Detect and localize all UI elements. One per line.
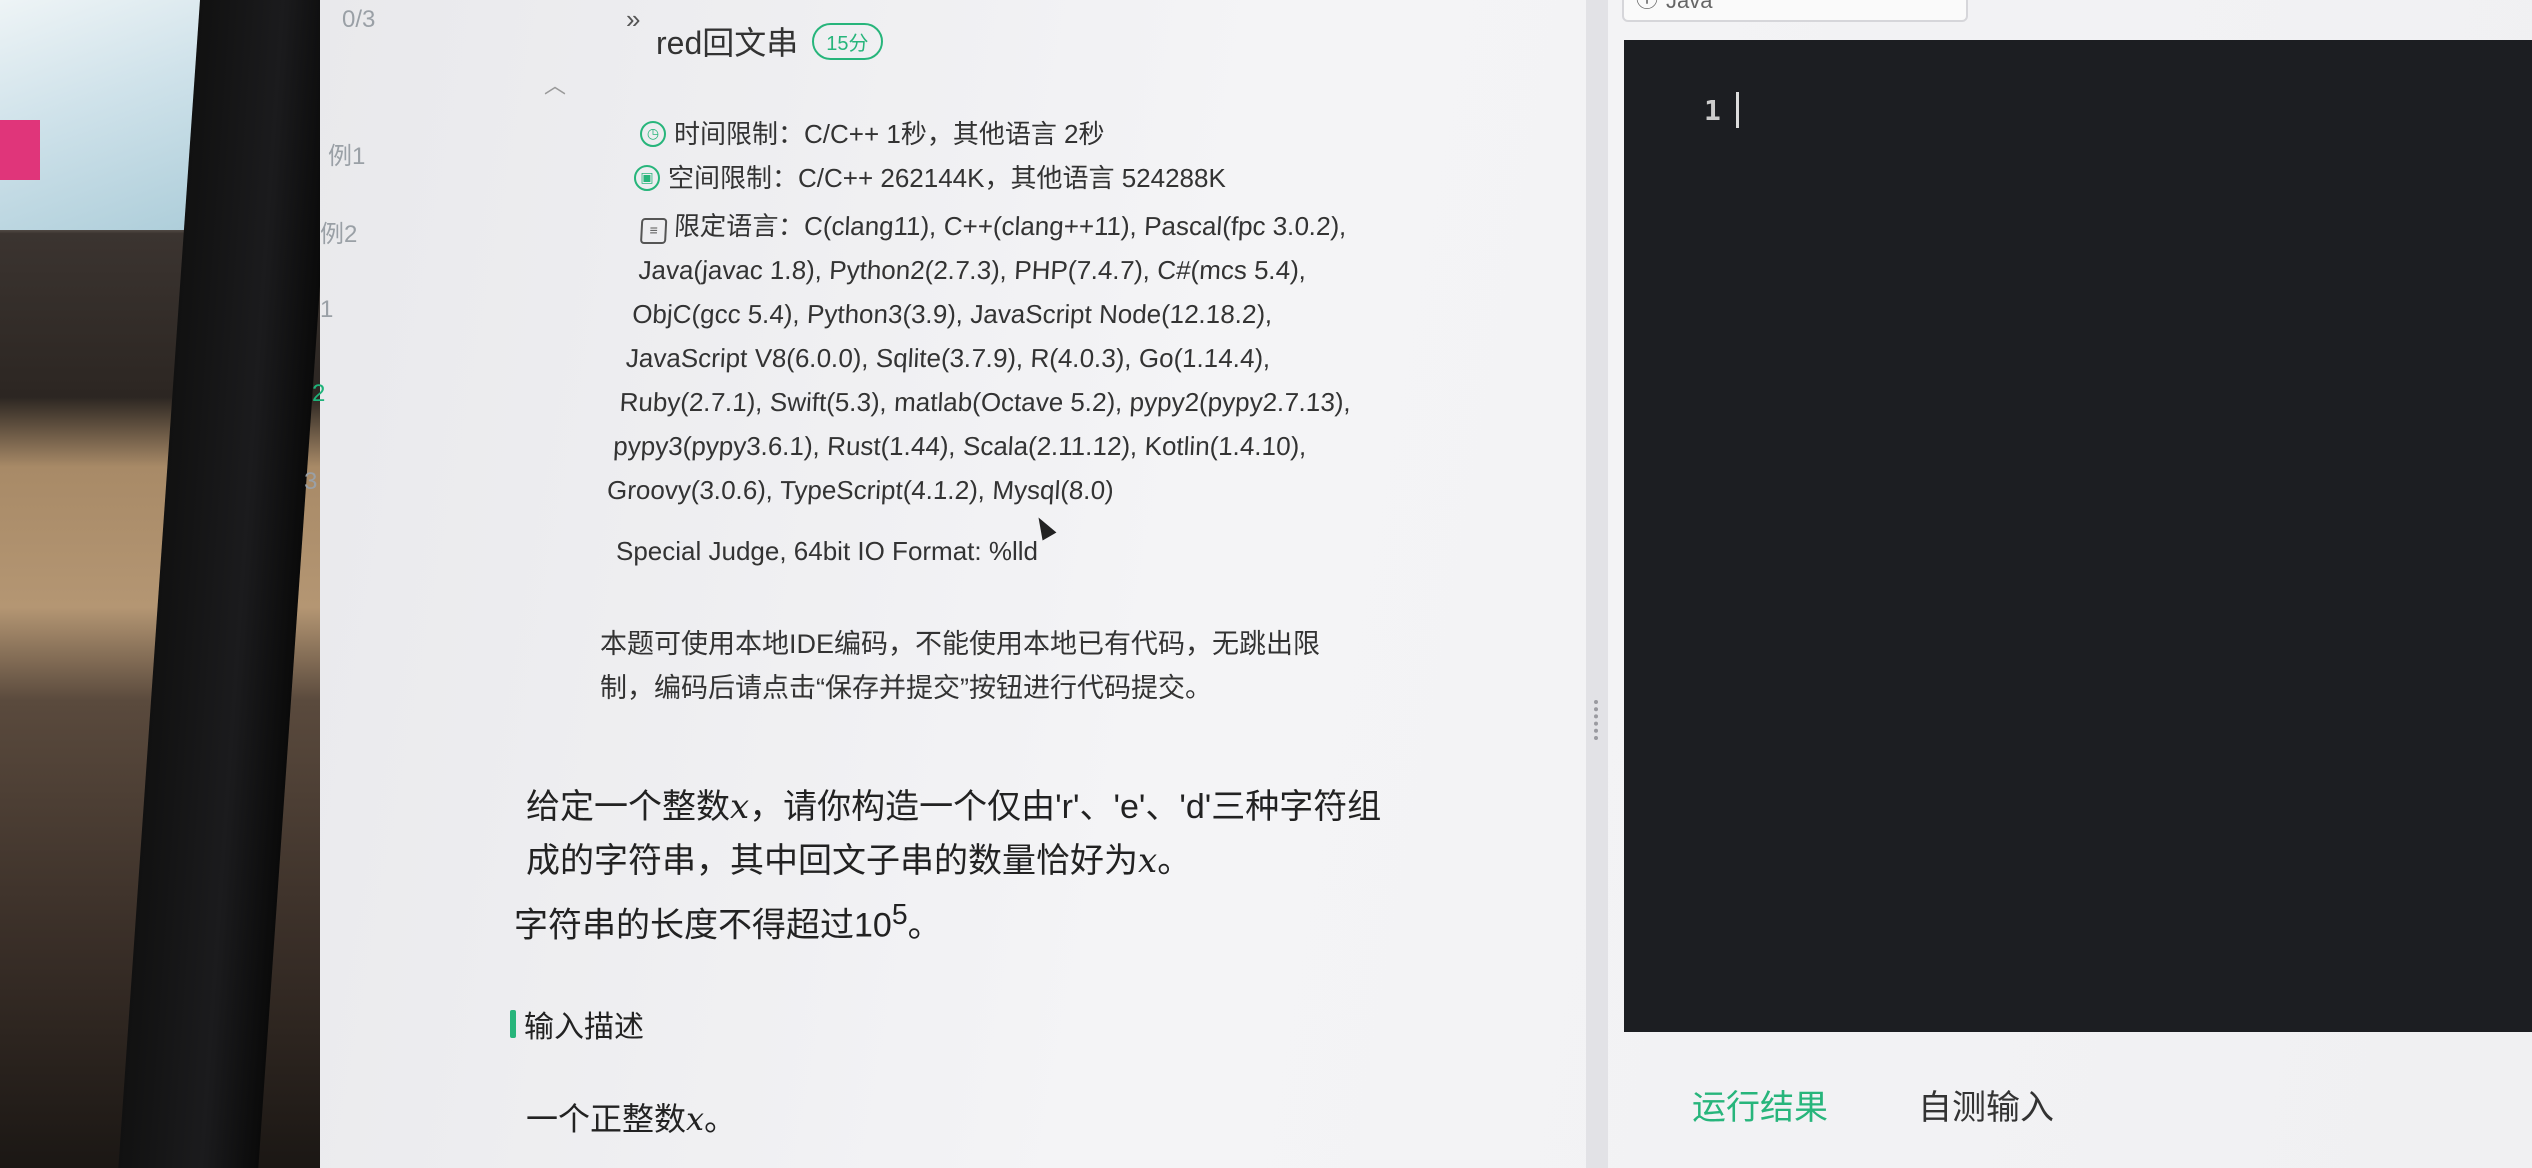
math-var: x <box>686 1100 705 1138</box>
math-var: x <box>730 787 750 827</box>
screen: 0/3 例1 例2 1 2 3 ︿ » red回文串 15分 ◷ 时间限制：C/… <box>304 0 2532 1168</box>
example-2-link[interactable]: 例2 <box>320 214 357 249</box>
limits-block: ◷ 时间限制：C/C++ 1秒，其他语言 2秒 ▣ 空间限制：C/C++ 262… <box>634 112 1226 200</box>
input-description: 一个正整数x。 <box>526 1094 736 1140</box>
code-icon: ≡ <box>639 218 668 244</box>
language-select[interactable]: ⓘ Java <box>1622 0 1968 22</box>
case-1-link[interactable]: 1 <box>320 296 333 324</box>
problem-title: red回文串 <box>656 25 799 61</box>
tab-run-result[interactable]: 运行结果 <box>1692 1080 1828 1129</box>
judge-info: Special Judge, 64bit IO Format: %lld <box>616 536 1038 566</box>
line-number: 1 <box>1704 94 1721 127</box>
section-title: 输入描述 <box>524 1011 644 1044</box>
languages-line: Groovy(3.0.6), TypeScript(4.1.2), Mysql(… <box>606 475 1115 505</box>
desc-text: 。 <box>907 906 942 945</box>
panel-resizer[interactable] <box>1586 0 1608 1168</box>
time-limit: 时间限制：C/C++ 1秒，其他语言 2秒 <box>674 119 1105 149</box>
example-1-link[interactable]: 例1 <box>328 136 365 171</box>
text-caret <box>1736 92 1739 128</box>
desc-text: 。 <box>704 1101 737 1137</box>
desc-line: 给定一个整数x，请你构造一个仅由'r'、'e'、'd'三种字符组 <box>526 780 1566 834</box>
problem-header: red回文串 15分 <box>656 18 883 64</box>
case-2-link[interactable]: 2 <box>312 380 325 408</box>
math-exponent: 5 <box>891 899 908 931</box>
tab-self-test[interactable]: 自测输入 <box>1918 1080 2054 1129</box>
result-tabs: 运行结果 自测输入 <box>1692 1080 2054 1129</box>
progress-count: 0/3 <box>342 6 376 33</box>
desc-text: 字符串的长度不得超过 <box>514 906 854 945</box>
desc-text: 一个正整数 <box>526 1101 687 1137</box>
languages-line: Ruby(2.7.1), Swift(5.3), matlab(Octave 5… <box>618 387 1352 417</box>
code-editor[interactable]: 1 <box>1624 40 2532 1032</box>
collapse-icon[interactable]: ︿ <box>544 68 566 100</box>
desc-text: ，请你构造一个仅由'r'、'e'、'd'三种字符组 <box>749 788 1382 826</box>
languages-line: JavaScript V8(6.0.0), Sqlite(3.7.9), R(4… <box>625 343 1272 373</box>
notice-line: 制，编码后请点击“保存并提交”按钮进行代码提交。 <box>600 673 1212 703</box>
memory-icon: ▣ <box>634 165 660 191</box>
math-var: x <box>1138 841 1158 881</box>
desc-text: 给定一个整数 <box>526 788 730 826</box>
double-chevron-icon[interactable]: » <box>626 4 640 35</box>
desk-object <box>0 120 40 180</box>
notice-line: 本题可使用本地IDE编码，不能使用本地已有代码，无跳出限 <box>600 629 1321 659</box>
drag-handle-icon[interactable] <box>1594 700 1602 740</box>
math-base: 10 <box>854 906 892 945</box>
info-icon: ⓘ <box>1636 0 1658 14</box>
notice: 本题可使用本地IDE编码，不能使用本地已有代码，无跳出限 制，编码后请点击“保存… <box>600 622 1460 710</box>
desc-line: 字符串的长度不得超过105。 <box>514 888 1566 952</box>
problem-panel: 0/3 例1 例2 1 2 3 ︿ » red回文串 15分 ◷ 时间限制：C/… <box>304 0 1590 1168</box>
language-value: Java <box>1666 0 1713 13</box>
languages-block: ≡ 限定语言：C(clang11), C++(clang++11), Pasca… <box>582 204 1528 512</box>
clock-icon: ◷ <box>640 121 666 147</box>
space-limit: 空间限制：C/C++ 262144K，其他语言 524288K <box>668 163 1226 193</box>
languages-line: Java(javac 1.8), Python2(2.7.3), PHP(7.4… <box>637 255 1308 285</box>
problem-description: 给定一个整数x，请你构造一个仅由'r'、'e'、'd'三种字符组 成的字符串，其… <box>514 780 1566 952</box>
desc-line: 成的字符串，其中回文子串的数量恰好为x。 <box>526 834 1566 888</box>
desc-text: 。 <box>1157 842 1192 880</box>
desc-text: 成的字符串，其中回文子串的数量恰好为 <box>526 842 1138 880</box>
section-marker <box>510 1010 516 1038</box>
case-3-link[interactable]: 3 <box>304 468 317 496</box>
languages-line: 限定语言：C(clang11), C++(clang++11), Pascal(… <box>673 211 1348 241</box>
languages-line: pypy3(pypy3.6.1), Rust(1.44), Scala(2.11… <box>612 431 1308 461</box>
score-badge: 15分 <box>812 22 883 60</box>
languages-line: ObjC(gcc 5.4), Python3(3.9), JavaScript … <box>631 299 1274 329</box>
input-section-header: 输入描述 <box>510 1002 644 1046</box>
